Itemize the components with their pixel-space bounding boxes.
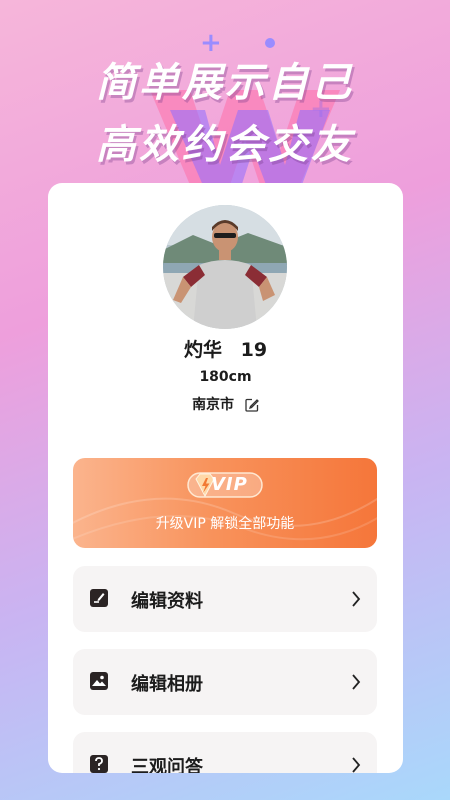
avatar-photo <box>163 205 287 329</box>
edit-document-icon <box>90 589 108 607</box>
user-city: 南京市 <box>192 397 235 413</box>
menu-item-values-qa[interactable]: 三观问答 <box>73 732 377 773</box>
profile-card: 灼华 19 180cm 南京市 VIP 升级VIP 解锁全部功能 编辑资料 编辑… <box>48 183 403 773</box>
menu-label: 编辑资料 <box>131 591 203 612</box>
user-age: 19 <box>240 339 268 361</box>
edit-pencil-icon[interactable] <box>245 398 259 412</box>
user-height: 180cm <box>199 369 252 385</box>
photo-album-icon <box>90 672 108 690</box>
dot-decoration <box>265 38 275 48</box>
headline-line-2: 高效约会交友 <box>96 122 354 168</box>
city-line: 南京市 <box>48 394 403 414</box>
vip-subtitle: 升级VIP 解锁全部功能 <box>155 516 295 532</box>
avatar[interactable] <box>163 205 287 329</box>
question-icon <box>90 755 108 773</box>
user-name: 灼华 <box>183 339 222 361</box>
vip-upgrade-banner[interactable]: VIP 升级VIP 解锁全部功能 <box>73 458 377 548</box>
menu-item-edit-profile[interactable]: 编辑资料 <box>73 566 377 632</box>
menu-label: 编辑相册 <box>131 674 203 695</box>
name-age-line: 灼华 19 <box>48 335 403 362</box>
vip-badge-label: VIP <box>211 474 248 495</box>
menu-item-edit-album[interactable]: 编辑相册 <box>73 649 377 715</box>
chevron-right-icon <box>352 674 361 690</box>
menu-label: 三观问答 <box>131 757 203 773</box>
chevron-right-icon <box>352 757 361 773</box>
chevron-right-icon <box>352 591 361 607</box>
headline-line-1: 简单展示自己 <box>96 60 354 106</box>
